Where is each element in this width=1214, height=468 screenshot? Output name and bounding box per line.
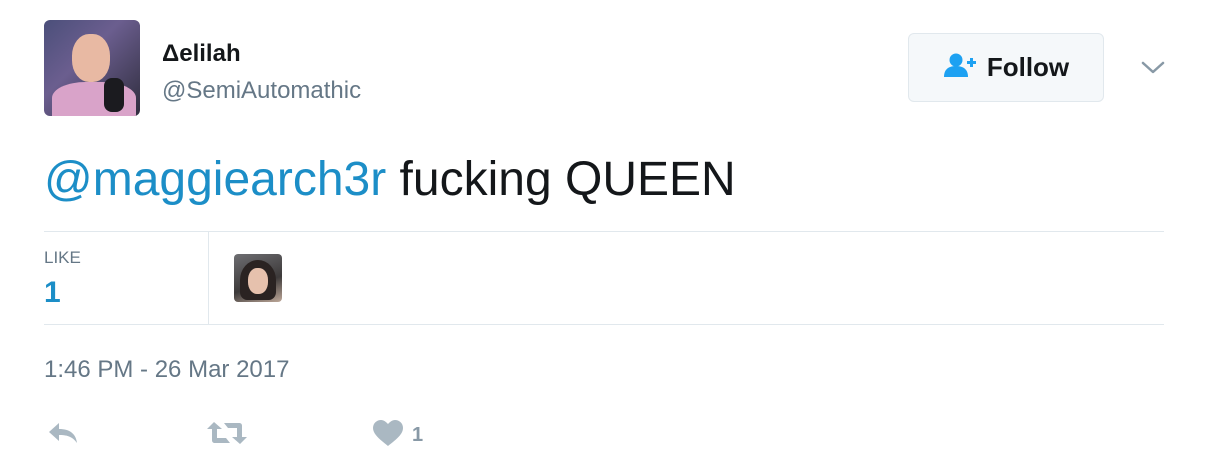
likes-label[interactable]: LIKE [44, 248, 81, 268]
reply-icon [46, 420, 80, 451]
user-handle[interactable]: @SemiAutomathic [162, 77, 361, 105]
retweet-icon [206, 420, 248, 451]
avatar-face [72, 34, 110, 82]
like-count: 1 [412, 423, 424, 446]
user-avatar[interactable] [44, 20, 140, 116]
reply-button[interactable] [46, 420, 80, 450]
tweet-timestamp[interactable]: 1:46 PM - 26 Mar 2017 [44, 356, 289, 384]
follow-button[interactable]: Follow [908, 33, 1104, 102]
user-display-name[interactable]: Δelilah [162, 40, 241, 68]
follow-button-label: Follow [986, 52, 1070, 82]
liker-avatar[interactable] [234, 254, 282, 302]
retweet-button[interactable] [206, 420, 248, 450]
divider-bottom [44, 324, 1164, 325]
heart-icon [372, 419, 404, 452]
divider-top [44, 231, 1164, 232]
tweet-body: fucking QUEEN [386, 153, 736, 206]
chevron-down-icon[interactable] [1140, 55, 1166, 81]
liker-avatar-face [248, 268, 268, 294]
likes-count[interactable]: 1 [44, 276, 61, 310]
stats-divider [208, 232, 209, 324]
avatar-microphone [104, 78, 124, 112]
tweet-text: @maggiearch3r fucking QUEEN [44, 150, 736, 210]
tweet-mention-link[interactable]: @maggiearch3r [44, 153, 386, 206]
like-button[interactable]: 1 [372, 419, 424, 452]
follow-user-icon [943, 52, 977, 83]
